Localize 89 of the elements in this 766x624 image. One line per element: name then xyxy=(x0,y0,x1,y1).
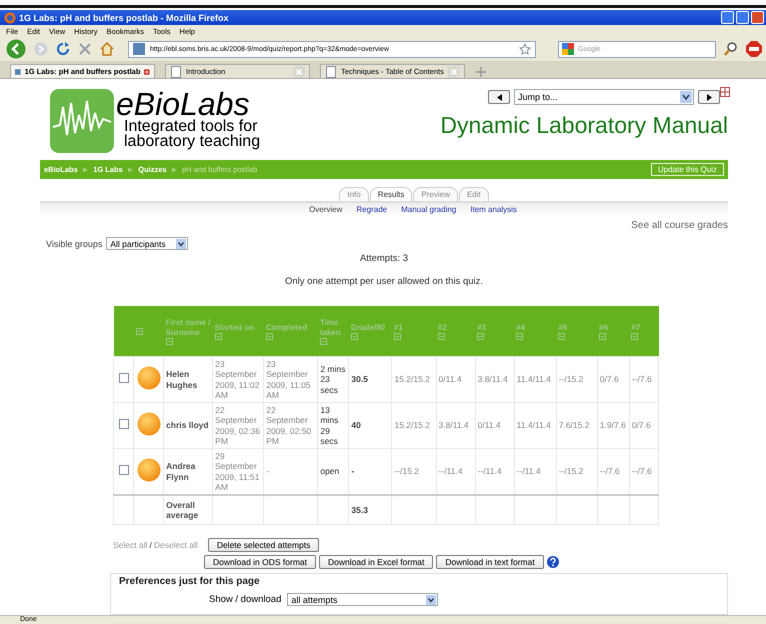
stop-icon[interactable] xyxy=(78,42,92,56)
search-engine-icon xyxy=(562,43,574,55)
mark-cell[interactable]: --/7.6 xyxy=(632,466,656,477)
jump-select[interactable]: Jump to... xyxy=(514,89,694,105)
download-button[interactable]: Download in ODS format xyxy=(204,555,316,569)
date-cell-text: - xyxy=(266,466,270,477)
search-icon[interactable] xyxy=(724,42,738,56)
window-title: 1G Labs: pH and buffers postlab - Mozilla Firefox xyxy=(19,12,230,22)
tab[interactable]: Preview xyxy=(413,187,458,201)
average-grade: 35.3 xyxy=(351,504,369,516)
subtab-link[interactable]: Manual grading xyxy=(401,205,456,214)
date-cell-text: 23 September 2009, 11:02 AM xyxy=(215,359,260,400)
sort-icon xyxy=(136,328,143,334)
field-label: Visible groups xyxy=(46,238,102,248)
date-cell: 22 September 2009, 02:36 PM xyxy=(215,405,262,446)
grid-icon xyxy=(720,87,730,97)
mark-cell[interactable]: --/7.6 xyxy=(632,374,656,385)
subtab-link[interactable]: Regrade xyxy=(356,205,388,214)
grade-cell-text: 30.5 xyxy=(351,374,369,385)
date-cell-text: 22 September 2009, 02:50 PM xyxy=(266,405,312,446)
sort-icon xyxy=(394,332,401,340)
grade-cell-text: 40 xyxy=(351,420,362,431)
reload-icon[interactable] xyxy=(56,42,70,56)
logo-tagline: Integrated tools for laboratory teaching xyxy=(124,119,262,149)
duration-cell-text: open xyxy=(320,466,340,477)
field-label: Show / download xyxy=(209,594,282,605)
update-quiz-button[interactable]: Update this Quiz xyxy=(650,163,724,176)
sort-icon xyxy=(516,332,524,340)
row-checkbox[interactable] xyxy=(118,373,129,384)
site-heading: Dynamic Laboratory Manual xyxy=(440,112,728,139)
tab[interactable]: Edit xyxy=(458,187,489,201)
grade-cell-text: - xyxy=(351,466,356,477)
page-icon xyxy=(325,66,337,78)
preferences-title: Preferences just for this page xyxy=(119,576,261,587)
avatar-icon xyxy=(136,458,161,482)
attempts-count: Attempts: 3 xyxy=(360,253,408,264)
sort-icon xyxy=(266,332,273,340)
groups-select[interactable]: All participants xyxy=(106,237,188,250)
subtab-link[interactable]: Overview xyxy=(309,205,342,214)
sort-icon xyxy=(350,332,358,340)
right-arrow-icon xyxy=(706,92,712,102)
back-icon[interactable] xyxy=(6,39,26,59)
logo-icon xyxy=(50,89,114,153)
firefox-icon xyxy=(4,12,16,24)
attempts-select[interactable]: all attempts xyxy=(287,593,438,606)
duration-cell: 2 mins 23 secs xyxy=(320,364,346,395)
next-button[interactable] xyxy=(698,90,720,104)
sort-icon xyxy=(477,332,484,340)
dropdown-icon xyxy=(426,594,436,604)
sort-icon xyxy=(438,332,446,340)
date-cell-text: 23 September 2009, 11:05 AM xyxy=(266,359,312,400)
duration-cell-text: 13 mins 29 secs xyxy=(320,405,340,446)
maximize-button[interactable] xyxy=(736,11,749,24)
grades-link[interactable]: See all course grades xyxy=(631,220,728,231)
help-icon[interactable] xyxy=(546,556,559,568)
download-button[interactable]: Download in text format xyxy=(436,555,544,569)
sort-icon xyxy=(631,332,638,340)
tab[interactable]: Info xyxy=(339,187,369,201)
delete-button[interactable]: Delete selected attempts xyxy=(208,538,320,552)
home-icon[interactable] xyxy=(100,42,114,56)
subtab-link[interactable]: Item analysis xyxy=(470,205,517,214)
logo-name: eBioLabs xyxy=(116,89,250,119)
select-all-link[interactable]: Select all xyxy=(113,540,148,550)
previous-button[interactable] xyxy=(488,90,510,104)
date-cell-text: 29 September 2009, 11:51 AM xyxy=(215,451,260,492)
avatar-icon xyxy=(136,366,161,390)
notice-text: Only one attempt per user allowed on this quiz. xyxy=(284,276,484,287)
mark-cell[interactable]: 0/7.6 xyxy=(632,420,656,431)
sort-icon xyxy=(320,338,327,344)
sort-icon xyxy=(599,332,606,340)
sort-icon xyxy=(558,332,566,340)
star-icon xyxy=(519,43,531,55)
sort-icon xyxy=(214,332,222,340)
site-icon xyxy=(133,43,145,55)
row-checkbox[interactable] xyxy=(118,465,129,476)
avatar-icon xyxy=(136,412,161,436)
average-label: Overall average xyxy=(166,500,200,520)
separator-text: / xyxy=(150,540,152,550)
sort-icon xyxy=(166,338,173,344)
deselect-all-link[interactable]: Deselect all xyxy=(154,540,198,550)
dropdown-icon xyxy=(680,91,692,103)
page-icon xyxy=(170,66,182,78)
minimize-button[interactable] xyxy=(721,11,734,24)
download-button[interactable]: Download in Excel format xyxy=(319,555,434,569)
dropdown-icon xyxy=(176,238,186,248)
close-button[interactable] xyxy=(751,11,764,24)
tab[interactable]: Results xyxy=(370,187,412,201)
left-arrow-icon xyxy=(496,92,502,102)
row-checkbox[interactable] xyxy=(118,419,129,430)
